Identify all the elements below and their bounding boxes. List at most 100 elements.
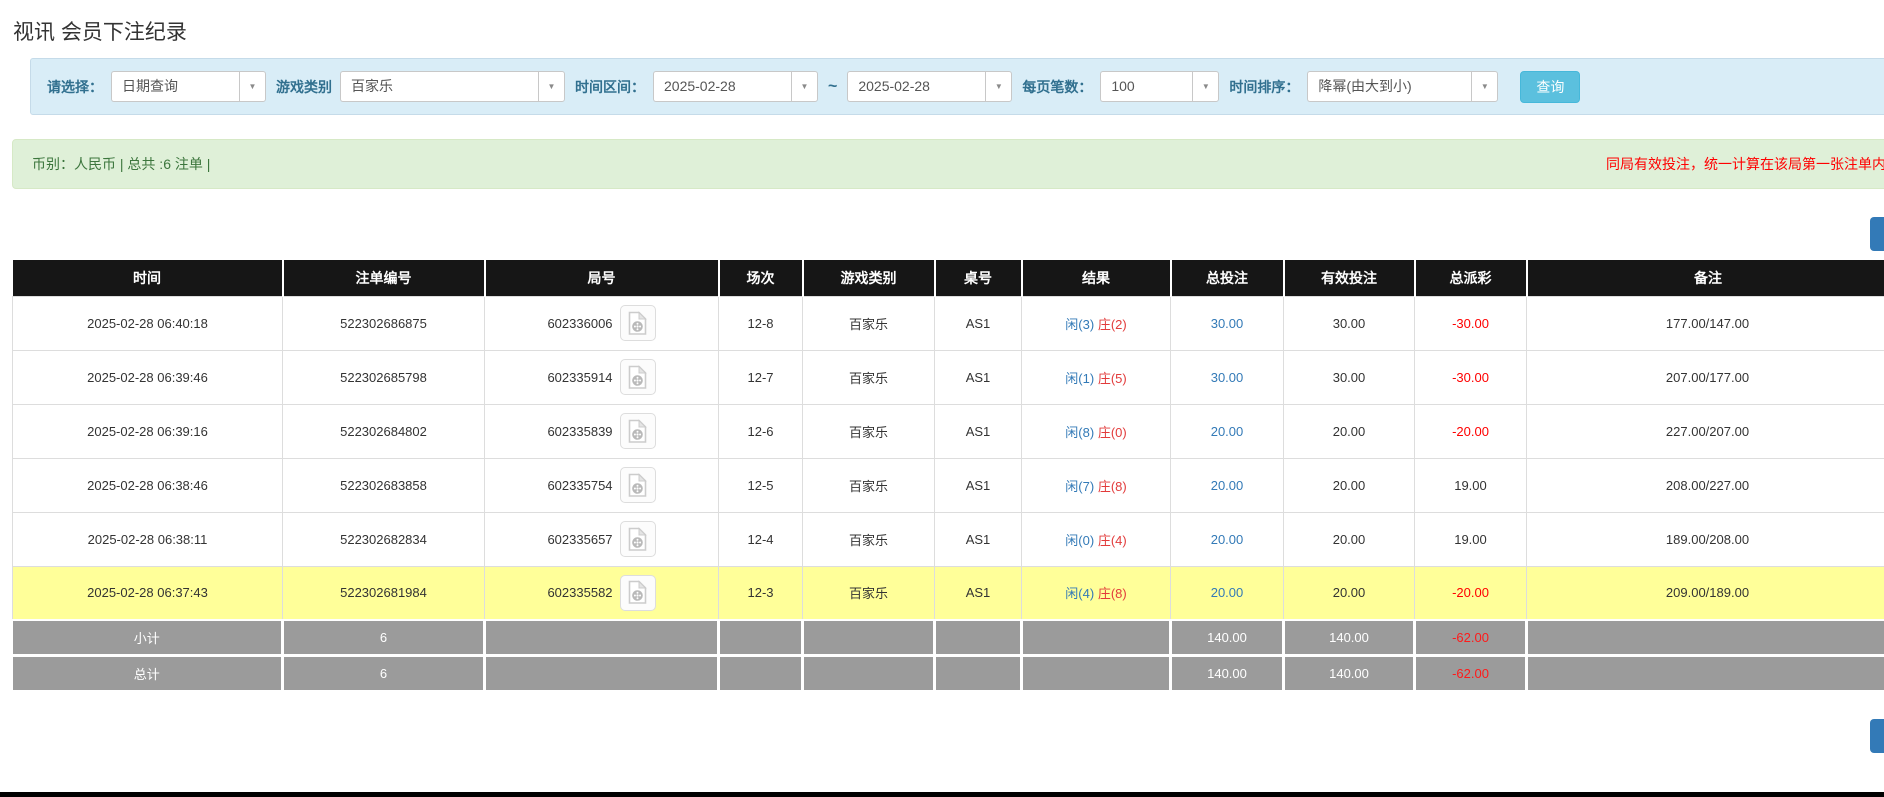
cell-round: 602335914 xyxy=(485,350,719,404)
cell-valid-bet: 20.00 xyxy=(1284,566,1415,620)
column-header-3: 局号 xyxy=(485,260,719,296)
video-file-icon[interactable] xyxy=(620,521,656,557)
foot-cell-5 xyxy=(803,620,935,655)
foot-cell-8: 140.00 xyxy=(1171,655,1284,690)
result-player: 闲(7) xyxy=(1065,479,1094,494)
result-player: 闲(1) xyxy=(1065,371,1094,386)
total-bet-link[interactable]: 20.00 xyxy=(1211,585,1244,600)
cell-time: 2025-02-28 06:40:18 xyxy=(13,296,283,350)
column-header-5: 游戏类别 xyxy=(803,260,935,296)
foot-cell-5 xyxy=(803,655,935,690)
foot-cell-8: 140.00 xyxy=(1171,620,1284,655)
round-number: 602335582 xyxy=(547,585,612,600)
total-bet-link[interactable]: 30.00 xyxy=(1211,316,1244,331)
cell-remark: 208.00/227.00 xyxy=(1527,458,1884,512)
per-page-label: 每页笔数： xyxy=(1022,77,1092,97)
total-bet-link[interactable]: 20.00 xyxy=(1211,532,1244,547)
cell-total-bet: 30.00 xyxy=(1171,350,1284,404)
column-header-4: 场次 xyxy=(719,260,803,296)
select-type-label: 请选择： xyxy=(47,77,103,97)
per-page-select[interactable]: 100 ▼ xyxy=(1100,71,1219,102)
bottom-bar xyxy=(0,792,1884,797)
date-from-select[interactable]: 2025-02-28 ▼ xyxy=(653,71,818,102)
date-to-value[interactable]: 2025-02-28 xyxy=(847,71,985,102)
result-player: 闲(3) xyxy=(1065,317,1094,332)
cell-time: 2025-02-28 06:38:11 xyxy=(13,512,283,566)
cell-table-no: AS1 xyxy=(935,404,1022,458)
date-from-value[interactable]: 2025-02-28 xyxy=(653,71,791,102)
game-type-label: 游戏类别 xyxy=(276,77,332,97)
game-type-value[interactable]: 百家乐 xyxy=(340,71,538,102)
column-header-7: 结果 xyxy=(1022,260,1171,296)
video-file-icon[interactable] xyxy=(620,359,656,395)
summary-note: 同局有效投注，统一计算在该局第一张注单内 xyxy=(1606,140,1884,188)
date-to-select[interactable]: 2025-02-28 ▼ xyxy=(847,71,1012,102)
video-file-icon[interactable] xyxy=(620,467,656,503)
column-header-11: 备注 xyxy=(1527,260,1884,296)
video-file-icon[interactable] xyxy=(620,575,656,611)
result-banker: 庄(0) xyxy=(1098,425,1127,440)
total-bet-link[interactable]: 20.00 xyxy=(1211,424,1244,439)
cell-bet-id: 522302686875 xyxy=(283,296,485,350)
cell-payout: 19.00 xyxy=(1415,512,1527,566)
column-header-2: 注单编号 xyxy=(283,260,485,296)
result-banker: 庄(8) xyxy=(1098,479,1127,494)
caret-down-icon[interactable]: ▼ xyxy=(985,71,1012,102)
foot-cell-9: 140.00 xyxy=(1284,655,1415,690)
sort-label: 时间排序： xyxy=(1229,77,1299,97)
round-number: 602335754 xyxy=(547,478,612,493)
cell-remark: 209.00/189.00 xyxy=(1527,566,1884,620)
cell-game-type: 百家乐 xyxy=(803,566,935,620)
cell-remark: 177.00/147.00 xyxy=(1527,296,1884,350)
cell-result: 闲(1) 庄(5) xyxy=(1022,350,1171,404)
cell-time: 2025-02-28 06:38:46 xyxy=(13,458,283,512)
foot-cell-10: -62.00 xyxy=(1415,655,1527,690)
query-type-value[interactable]: 日期查询 xyxy=(111,71,239,102)
round-wrap: 602335914 xyxy=(485,359,718,395)
page-title: 视讯 会员下注纪录 xyxy=(13,16,187,46)
caret-down-icon[interactable]: ▼ xyxy=(1192,71,1219,102)
caret-down-icon[interactable]: ▼ xyxy=(1471,71,1498,102)
export-button-bottom[interactable] xyxy=(1870,719,1884,753)
time-range-label: 时间区间： xyxy=(575,77,645,97)
caret-down-icon[interactable]: ▼ xyxy=(538,71,565,102)
foot-cell-7 xyxy=(1022,655,1171,690)
foot-cell-6 xyxy=(935,620,1022,655)
table-row: 2025-02-28 06:39:16522302684802602335839… xyxy=(13,404,1884,458)
query-type-select[interactable]: 日期查询 ▼ xyxy=(111,71,266,102)
foot-cell-3 xyxy=(485,655,719,690)
foot-cell-3 xyxy=(485,620,719,655)
total-bet-link[interactable]: 30.00 xyxy=(1211,370,1244,385)
sort-value[interactable]: 降幂(由大到小) xyxy=(1307,71,1471,102)
per-page-value[interactable]: 100 xyxy=(1100,71,1192,102)
game-type-select[interactable]: 百家乐 ▼ xyxy=(340,71,565,102)
caret-down-icon[interactable]: ▼ xyxy=(791,71,818,102)
cell-valid-bet: 30.00 xyxy=(1284,296,1415,350)
sort-select[interactable]: 降幂(由大到小) ▼ xyxy=(1307,71,1498,102)
caret-down-icon[interactable]: ▼ xyxy=(239,71,266,102)
round-wrap: 602336006 xyxy=(485,305,718,341)
cell-time: 2025-02-28 06:37:43 xyxy=(13,566,283,620)
cell-round: 602335754 xyxy=(485,458,719,512)
cell-valid-bet: 30.00 xyxy=(1284,350,1415,404)
cell-time: 2025-02-28 06:39:46 xyxy=(13,350,283,404)
round-number: 602336006 xyxy=(547,316,612,331)
export-button-top[interactable] xyxy=(1870,217,1884,251)
cell-time: 2025-02-28 06:39:16 xyxy=(13,404,283,458)
cell-round: 602335657 xyxy=(485,512,719,566)
cell-game-type: 百家乐 xyxy=(803,350,935,404)
total-bet-link[interactable]: 20.00 xyxy=(1211,478,1244,493)
subtotal-row: 小计6140.00140.00-62.00 xyxy=(13,620,1884,655)
cell-game-type: 百家乐 xyxy=(803,512,935,566)
cell-bet-id: 522302681984 xyxy=(283,566,485,620)
video-file-icon[interactable] xyxy=(620,413,656,449)
column-header-10: 总派彩 xyxy=(1415,260,1527,296)
foot-cell-7 xyxy=(1022,620,1171,655)
round-number: 602335839 xyxy=(547,424,612,439)
cell-payout: -30.00 xyxy=(1415,350,1527,404)
cell-table-no: AS1 xyxy=(935,350,1022,404)
cell-session: 12-7 xyxy=(719,350,803,404)
cell-bet-id: 522302683858 xyxy=(283,458,485,512)
search-button[interactable]: 查询 xyxy=(1520,71,1580,103)
video-file-icon[interactable] xyxy=(620,305,656,341)
